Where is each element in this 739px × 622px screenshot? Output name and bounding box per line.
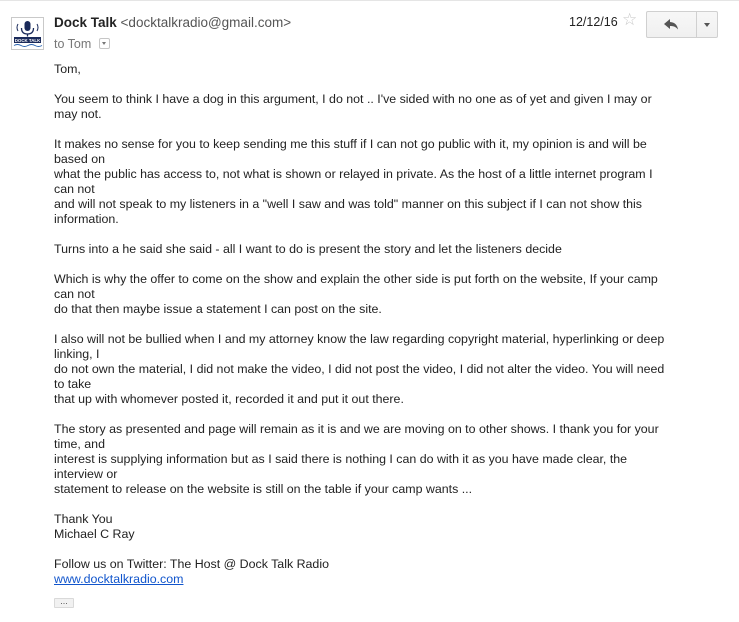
- paragraph: Turns into a he said she said - all I wa…: [54, 242, 562, 256]
- message-body: Tom, You seem to think I have a dog in t…: [54, 62, 704, 602]
- sender-email: <docktalkradio@gmail.com>: [120, 15, 292, 30]
- sender-line: Dock Talk <docktalkradio@gmail.com>: [54, 15, 291, 30]
- website-link[interactable]: www.docktalkradio.com: [54, 572, 183, 586]
- paragraph: You seem to think I have a dog in this a…: [54, 92, 652, 121]
- signature-block: Thank You Michael C Ray: [54, 512, 704, 542]
- reply-button[interactable]: [647, 12, 697, 37]
- recipient-line: to Tom: [54, 37, 110, 51]
- reply-button-group: [646, 11, 718, 38]
- header-divider: [0, 0, 739, 1]
- paragraph: Which is why the offer to come on the sh…: [54, 272, 658, 316]
- paragraph: The story as presented and page will rem…: [54, 422, 659, 496]
- svg-text:DOCK TALK: DOCK TALK: [15, 38, 41, 43]
- footer-block: Follow us on Twitter: The Host @ Dock Ta…: [54, 557, 704, 587]
- twitter-line: Follow us on Twitter: The Host @ Dock Ta…: [54, 557, 329, 571]
- paragraph: It makes no sense for you to keep sendin…: [54, 137, 653, 226]
- chevron-down-icon: [703, 22, 710, 27]
- signature-name: Michael C Ray: [54, 527, 135, 541]
- recipient-label: to Tom: [54, 37, 92, 51]
- paragraph: I also will not be bullied when I and my…: [54, 332, 665, 406]
- star-icon[interactable]: ☆: [622, 10, 637, 30]
- sender-name[interactable]: Dock Talk: [54, 15, 117, 30]
- dock-talk-logo-icon: DOCK TALK: [12, 18, 43, 49]
- sender-avatar[interactable]: DOCK TALK: [11, 17, 44, 50]
- show-trimmed-content-button[interactable]: ...: [54, 597, 74, 608]
- greeting: Tom,: [54, 62, 81, 76]
- show-details-dropdown-icon[interactable]: [98, 38, 110, 50]
- message-date: 12/12/16: [569, 15, 618, 29]
- reply-arrow-icon: [663, 19, 678, 30]
- signoff: Thank You: [54, 512, 113, 526]
- more-actions-button[interactable]: [697, 12, 717, 37]
